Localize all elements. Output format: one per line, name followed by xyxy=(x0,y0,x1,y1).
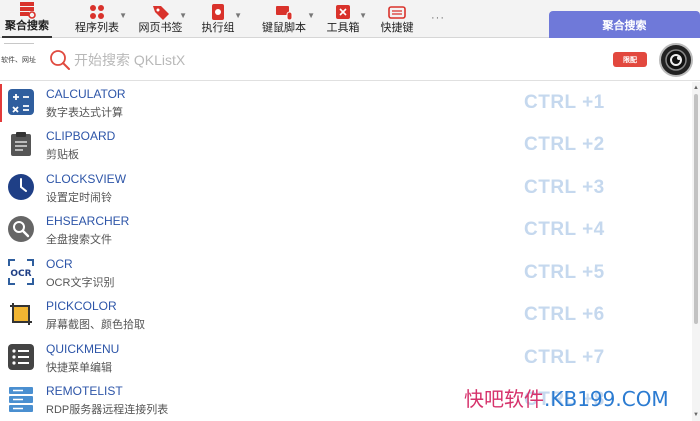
item-hotkey: CTRL +5 xyxy=(524,262,605,283)
list-item[interactable]: EHSEARCHER 全盘搜索文件 CTRL +4 xyxy=(0,209,692,251)
aggregate-search-panel-tab[interactable]: 聚合搜索 xyxy=(549,11,700,38)
item-name: CALCULATOR xyxy=(46,87,126,101)
hotkey-keyboard-icon xyxy=(386,2,408,22)
list-item[interactable]: OCR OCR OCR文字识别 CTRL +5 xyxy=(0,252,692,294)
tab-label: 聚合搜索 xyxy=(5,20,49,32)
item-hotkey: CTRL +4 xyxy=(524,219,605,240)
item-description: 设置定时闹铃 xyxy=(46,192,112,204)
item-description: 数字表达式计算 xyxy=(46,107,123,119)
clock-icon xyxy=(7,173,35,201)
item-name: QUICKMENU xyxy=(46,342,120,356)
aggregate-search-icon xyxy=(16,0,38,20)
list-item[interactable]: CLIPBOARD 剪贴板 CTRL +2 xyxy=(0,124,692,166)
watermark-cn: 快吧软件 xyxy=(464,387,544,411)
item-description: 屏幕截图、颜色拾取 xyxy=(46,319,145,331)
tab-program-list[interactable]: 程序列表 ▼ xyxy=(66,0,128,38)
item-name: PICKCOLOR xyxy=(46,299,117,313)
menu-list-icon xyxy=(7,343,35,371)
bookmark-tag-icon xyxy=(150,2,172,22)
item-hotkey: CTRL +1 xyxy=(524,92,605,113)
item-name: OCR xyxy=(46,257,73,271)
vertical-scrollbar[interactable]: ▲ ▼ xyxy=(692,82,700,421)
program-grid-icon xyxy=(86,2,108,22)
watermark-en: .KB199.COM xyxy=(544,387,669,411)
chevron-down-icon[interactable]: ▼ xyxy=(234,11,242,20)
main-toolbar: 聚合搜索 程序列表 ▼ 网页书签 ▼ 执行组 ▼ 键鼠脚本 ▼ 工具箱 ▼ 快捷… xyxy=(0,0,700,38)
search-icon[interactable] xyxy=(49,49,71,71)
item-description: 快捷菜单编辑 xyxy=(46,362,112,374)
item-description: 剪贴板 xyxy=(46,149,79,161)
tab-execute-group[interactable]: 执行组 ▼ xyxy=(193,0,243,38)
item-description: 全盘搜索文件 xyxy=(46,234,112,246)
toolbox-icon xyxy=(332,2,354,22)
item-hotkey: CTRL +3 xyxy=(524,177,605,198)
item-hotkey: CTRL +2 xyxy=(524,134,605,155)
scroll-down-icon[interactable]: ▼ xyxy=(692,411,700,419)
item-description: RDP服务器远程连接列表 xyxy=(46,404,169,416)
server-icon xyxy=(7,385,35,413)
chevron-down-icon[interactable]: ▼ xyxy=(119,11,127,20)
more-menu-button[interactable]: ··· xyxy=(428,12,448,28)
ocr-icon: OCR xyxy=(7,258,35,286)
tab-keyboard-mouse-script[interactable]: 键鼠脚本 ▼ xyxy=(252,0,316,38)
item-name: CLIPBOARD xyxy=(46,129,116,143)
item-description: OCR文字识别 xyxy=(46,277,115,289)
tab-hotkeys[interactable]: 快捷键 xyxy=(372,0,422,38)
keyboard-mouse-script-icon xyxy=(273,2,295,22)
chevron-down-icon[interactable]: ▼ xyxy=(307,11,315,20)
status-badge[interactable]: 限配 xyxy=(613,52,647,67)
chevron-down-icon[interactable]: ▼ xyxy=(359,11,367,20)
clipboard-icon xyxy=(7,130,35,158)
watermark: 快吧软件.KB199.COM xyxy=(464,383,669,412)
divider xyxy=(4,43,34,44)
search-bar: 软件、网址 限配 xyxy=(0,39,700,81)
svg-text:OCR: OCR xyxy=(10,269,31,279)
list-item[interactable]: QUICKMENU 快捷菜单编辑 CTRL +7 xyxy=(0,337,692,379)
crop-icon xyxy=(7,300,35,328)
tab-label: 网页书签 xyxy=(138,22,183,34)
tab-web-bookmarks[interactable]: 网页书签 ▼ xyxy=(133,0,188,38)
item-name: EHSEARCHER xyxy=(46,214,130,228)
scroll-up-icon[interactable]: ▲ xyxy=(692,84,700,92)
list-item[interactable]: CLOCKSVIEW 设置定时闹铃 CTRL +3 xyxy=(0,167,692,209)
execute-group-icon xyxy=(207,2,229,22)
tab-aggregate-search[interactable]: 聚合搜索 xyxy=(2,0,52,38)
tab-label: 工具箱 xyxy=(326,22,360,34)
tab-label: 快捷键 xyxy=(380,22,414,34)
scroll-thumb[interactable] xyxy=(694,94,698,324)
search-input[interactable] xyxy=(74,49,474,71)
tab-toolbox[interactable]: 工具箱 ▼ xyxy=(318,0,368,38)
item-name: REMOTELIST xyxy=(46,384,123,398)
tab-label: 执行组 xyxy=(201,22,235,34)
list-item[interactable]: CALCULATOR 数字表达式计算 CTRL +1 xyxy=(0,82,692,124)
item-name: CLOCKSVIEW xyxy=(46,172,127,186)
list-item[interactable]: PICKCOLOR 屏幕截图、颜色拾取 CTRL +6 xyxy=(0,294,692,336)
item-hotkey: CTRL +7 xyxy=(524,347,605,368)
item-hotkey: CTRL +6 xyxy=(524,304,605,325)
result-list: CALCULATOR 数字表达式计算 CTRL +1 CLIPBOARD 剪贴板… xyxy=(0,82,692,421)
tab-label: 键鼠脚本 xyxy=(262,22,306,34)
magnifier-icon xyxy=(7,215,35,243)
search-scope-hint: 软件、网址 xyxy=(1,57,36,64)
avatar[interactable] xyxy=(659,43,693,77)
chevron-down-icon[interactable]: ▼ xyxy=(179,11,187,20)
calculator-icon xyxy=(7,88,35,116)
tab-label: 程序列表 xyxy=(75,22,119,34)
